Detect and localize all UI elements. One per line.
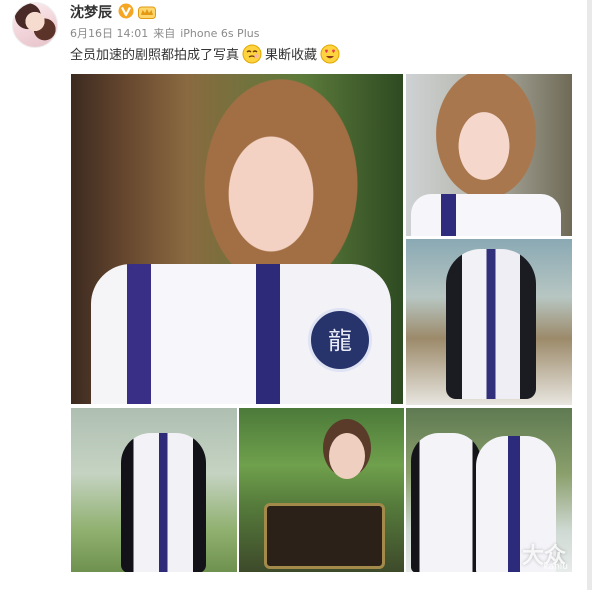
post-meta: 6月16日 14:01 来自 iPhone 6s Plus [70, 25, 264, 41]
source-prefix: 来自 [153, 27, 176, 40]
photo-2[interactable] [406, 74, 572, 236]
badge-glyph: 龍 [328, 327, 352, 355]
photo-6-figure-1 [411, 433, 481, 572]
heart-eyes-emoji-icon [320, 44, 340, 64]
photo-1-dragon-badge: 龍 [308, 308, 372, 372]
post-text: 全员加速的剧照都拍成了写真 果断收藏 [70, 44, 343, 66]
level-crown-icon [138, 4, 156, 19]
photo-3[interactable] [406, 239, 572, 405]
photo-5-face [329, 433, 365, 479]
photo-3-figure [446, 249, 536, 399]
photo-5[interactable] [239, 408, 404, 572]
page-edge [587, 0, 592, 590]
watermark-url: kanlu [543, 562, 568, 572]
username[interactable]: 沈梦辰 [70, 2, 112, 22]
smirk-emoji-icon [242, 44, 262, 64]
photo-4-figure [121, 433, 206, 572]
post-date[interactable]: 6月16日 14:01 [70, 27, 148, 40]
photo-1-main[interactable]: 龍 [71, 74, 403, 404]
source-device: iPhone 6s Plus [180, 27, 260, 40]
user-avatar[interactable] [12, 2, 58, 48]
post-text-part1: 全员加速的剧照都拍成了写真 [70, 48, 240, 63]
photo-6[interactable]: 大众 kanlu [406, 408, 572, 572]
verified-v-icon [118, 3, 134, 19]
photo-5-chest [264, 503, 385, 569]
photo-4[interactable] [71, 408, 237, 572]
post-text-part2: 果断收藏 [265, 48, 318, 63]
photo-2-robe [411, 194, 561, 236]
